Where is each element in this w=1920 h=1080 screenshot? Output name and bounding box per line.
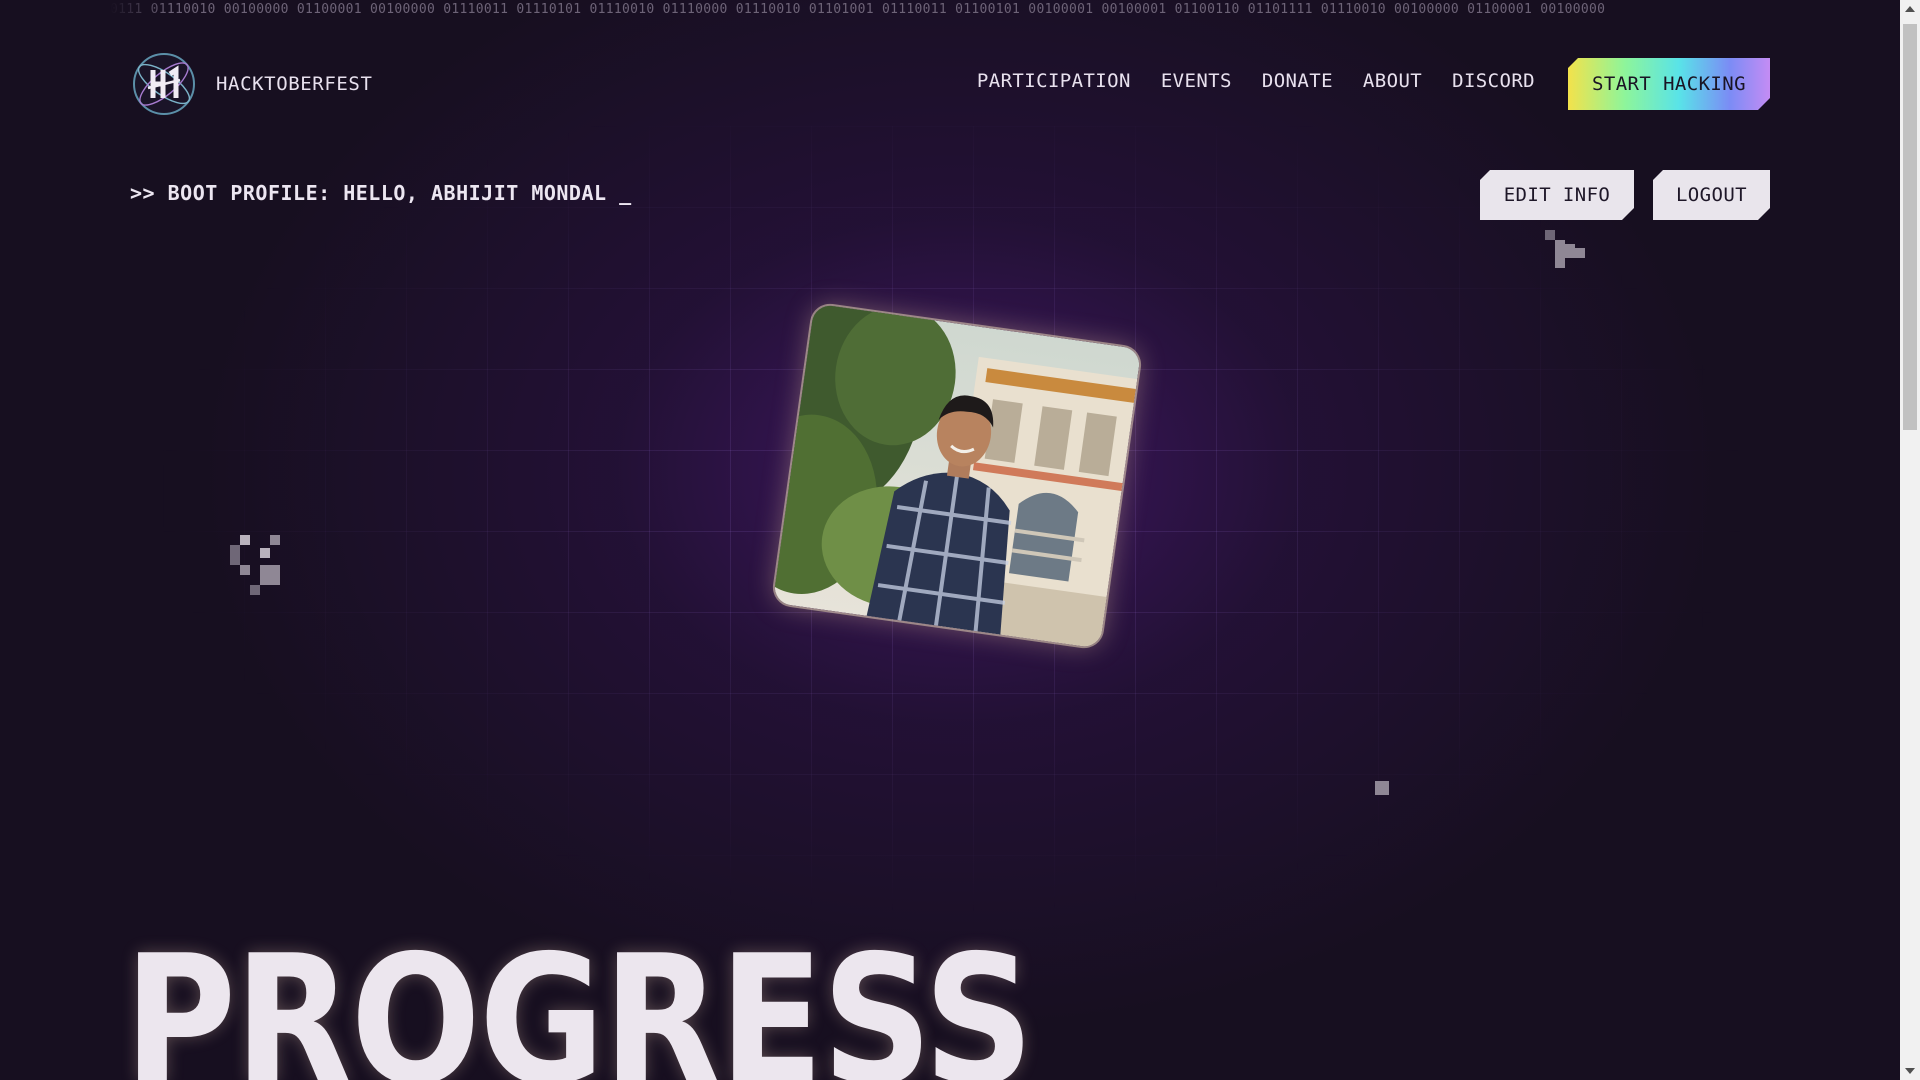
nav-events[interactable]: EVENTS: [1161, 70, 1232, 92]
profile-photo-image: [772, 303, 1142, 649]
binary-ticker: 0111 01110010 00100000 01100001 00100000…: [110, 2, 1606, 17]
scroll-down-icon[interactable]: [1905, 1068, 1915, 1074]
page-scrollbar[interactable]: [1900, 0, 1920, 1080]
brand-name: HACKTOBERFEST: [216, 73, 373, 95]
brand-link[interactable]: HACKTOBERFEST: [132, 52, 373, 116]
nav-about[interactable]: ABOUT: [1363, 70, 1422, 92]
nav-donate[interactable]: DONATE: [1262, 70, 1333, 92]
profile-page: 0111 01110010 00100000 01100001 00100000…: [0, 0, 1920, 1080]
boot-profile-greeting: >> BOOT PROFILE: HELLO, ABHIJIT MONDAL _: [130, 181, 632, 205]
nav-discord[interactable]: DISCORD: [1452, 70, 1535, 92]
nav-participation[interactable]: PARTICIPATION: [977, 70, 1131, 92]
main-nav: PARTICIPATION EVENTS DONATE ABOUT DISCOR…: [977, 70, 1535, 92]
logout-button[interactable]: LOGOUT: [1653, 170, 1770, 220]
edit-info-button[interactable]: EDIT INFO: [1480, 170, 1634, 220]
scroll-up-icon[interactable]: [1905, 6, 1915, 12]
pixel-decoration-dot: [1375, 781, 1389, 795]
hacktoberfest-logo-icon: [133, 53, 195, 115]
progress-heading: PROGRESS: [124, 917, 1034, 1080]
scrollbar-thumb[interactable]: [1903, 24, 1917, 430]
start-hacking-button[interactable]: START HACKING: [1568, 58, 1770, 110]
profile-photo: [772, 303, 1142, 649]
